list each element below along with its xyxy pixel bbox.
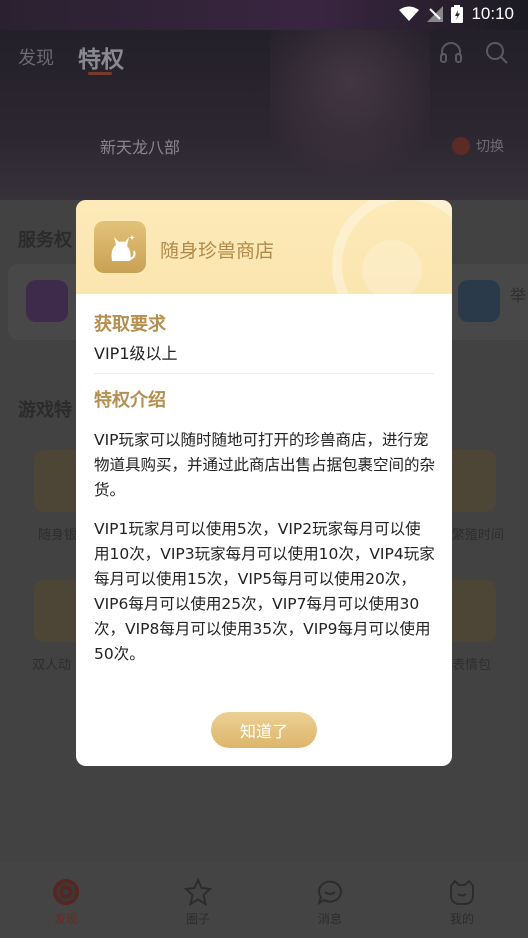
dialog-divider [94, 373, 434, 374]
intro-paragraph-2: VIP1玩家月可以使用5次，VIP2玩家每月可以使用10次，VIP3玩家每月可以… [94, 520, 435, 663]
header-decoration-dot [362, 240, 422, 294]
dialog-title: 随身珍兽商店 [160, 240, 275, 262]
cat-icon [111, 235, 136, 261]
privilege-dialog: 随身珍兽商店 获取要求 VIP1级以上 特权介绍 VIP玩家可以随时随地可打开的… [76, 200, 452, 766]
intro-paragraph-1: VIP玩家可以随时随地可打开的珍兽商店，进行宠物道具购买，并通过此商店出售占据包… [94, 431, 436, 499]
requirement-value: VIP1级以上 [94, 344, 178, 363]
intro-title: 特权介绍 [94, 390, 166, 411]
ok-button[interactable]: 知道了 [211, 712, 317, 748]
dialog-header: 随身珍兽商店 [76, 200, 452, 294]
pet-shop-icon [94, 221, 146, 273]
requirement-title: 获取要求 [94, 314, 166, 335]
